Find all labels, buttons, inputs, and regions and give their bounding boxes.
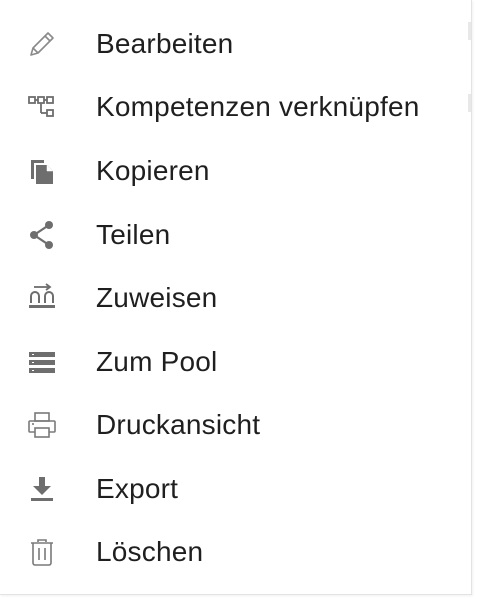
assign-icon bbox=[26, 282, 58, 314]
menu-item-bearbeiten[interactable]: Bearbeiten bbox=[0, 16, 470, 72]
menu-item-druckansicht[interactable]: Druckansicht bbox=[0, 397, 470, 453]
trash-icon bbox=[26, 536, 58, 568]
menu-item-label: Zum Pool bbox=[96, 346, 218, 377]
link-hierarchy-icon bbox=[26, 91, 58, 123]
context-menu: Bearbeiten Kompetenzen verknüpfen Kopier… bbox=[0, 0, 472, 595]
download-icon bbox=[26, 473, 58, 505]
menu-item-export[interactable]: Export bbox=[0, 461, 470, 517]
menu-item-label: Druckansicht bbox=[96, 409, 261, 440]
menu-item-teilen[interactable]: Teilen bbox=[0, 207, 470, 263]
menu-item-label: Kompetenzen verknüpfen bbox=[96, 91, 420, 122]
menu-item-label: Teilen bbox=[96, 219, 171, 250]
menu-item-label: Löschen bbox=[96, 536, 204, 567]
scroll-edge-mark bbox=[468, 22, 471, 40]
printer-icon bbox=[26, 409, 58, 441]
share-icon bbox=[26, 219, 58, 251]
pencil-icon bbox=[26, 28, 58, 60]
menu-item-kopieren[interactable]: Kopieren bbox=[0, 143, 470, 199]
menu-item-zum-pool[interactable]: Zum Pool bbox=[0, 334, 470, 390]
pool-list-icon bbox=[26, 346, 58, 378]
scroll-edge-mark bbox=[468, 94, 471, 112]
menu-item-label: Zuweisen bbox=[96, 282, 218, 313]
menu-item-label: Export bbox=[96, 473, 179, 504]
menu-item-loeschen[interactable]: Löschen bbox=[0, 524, 470, 580]
menu-item-label: Bearbeiten bbox=[96, 28, 234, 59]
copy-icon bbox=[26, 155, 58, 187]
menu-item-label: Kopieren bbox=[96, 155, 210, 186]
menu-item-zuweisen[interactable]: Zuweisen bbox=[0, 270, 470, 326]
menu-item-kompetenzen-verknuepfen[interactable]: Kompetenzen verknüpfen bbox=[0, 79, 470, 135]
